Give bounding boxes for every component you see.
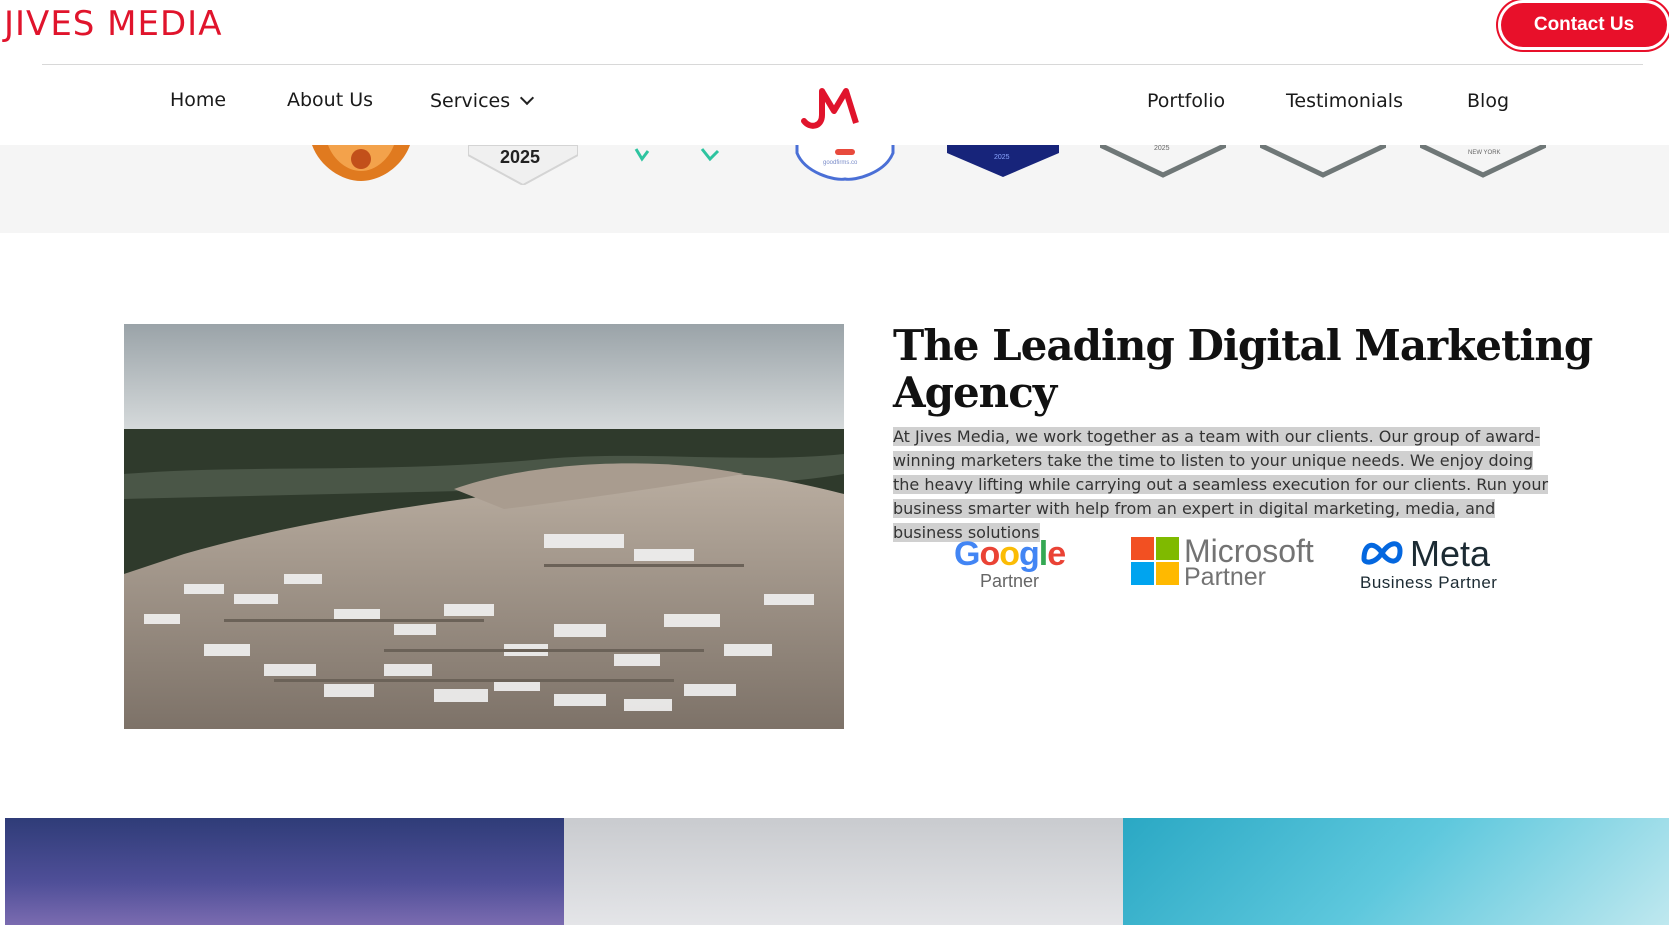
year-badge-text: 2025 xyxy=(500,147,541,167)
nav-home[interactable]: Home xyxy=(170,89,226,111)
intro-paragraph: At Jives Media, we work together as a te… xyxy=(893,425,1563,545)
nav-portfolio[interactable]: Portfolio xyxy=(1147,90,1225,112)
marina-image-art xyxy=(124,324,844,729)
chevron-down-icon xyxy=(520,90,535,106)
intro-paragraph-text: At Jives Media, we work together as a te… xyxy=(893,427,1549,542)
top-header: JIVES MEDIA Contact Us xyxy=(0,0,1669,64)
bottom-panel-blue-sky xyxy=(1123,818,1669,925)
bottom-panel-night-sky xyxy=(5,818,564,925)
meta-infinity-icon xyxy=(1361,541,1403,565)
main-nav: Home About Us Services Portfolio Testimo… xyxy=(0,65,1669,145)
nav-about-us[interactable]: About Us xyxy=(287,89,373,111)
microsoft-logo-icon xyxy=(1131,537,1179,585)
brand-logo-text[interactable]: JIVES MEDIA xyxy=(4,4,222,44)
laurel-badge-icon xyxy=(634,148,720,162)
google-partner-label: Partner xyxy=(980,571,1040,591)
award-badges-strip: 2025 goodfirms.co 2025 2025 NEW YORK xyxy=(0,145,1669,233)
page-headline: The Leading Digital Marketing Agency xyxy=(893,321,1593,417)
meta-partner-label: Business Partner xyxy=(1360,573,1498,592)
google-wordmark: Google xyxy=(954,535,1066,573)
nav-blog[interactable]: Blog xyxy=(1467,90,1509,112)
goodfirms-badge-text: goodfirms.co xyxy=(823,160,858,166)
bottom-panel-cloudy xyxy=(564,818,1123,925)
contact-us-button[interactable]: Contact Us xyxy=(1501,3,1667,47)
chevron-badge-1-text: 2025 xyxy=(1154,145,1170,152)
microsoft-partner-label: Partner xyxy=(1184,563,1266,591)
marina-aerial-image xyxy=(124,324,844,729)
chevron-badge-2-icon xyxy=(1260,145,1386,178)
award-wreath-badge-icon xyxy=(312,145,410,181)
chevron-badge-3-text: NEW YORK xyxy=(1468,150,1501,156)
meta-wordmark: Meta xyxy=(1410,533,1491,574)
jm-logo-icon[interactable] xyxy=(800,85,862,129)
nav-services[interactable]: Services xyxy=(430,90,535,112)
nav-services-label: Services xyxy=(430,90,511,112)
navy-badge-text: 2025 xyxy=(994,154,1010,161)
partner-logos: Google Partner Microsoft Partner Meta Bu… xyxy=(940,533,1540,595)
nav-testimonials[interactable]: Testimonials xyxy=(1286,90,1403,112)
